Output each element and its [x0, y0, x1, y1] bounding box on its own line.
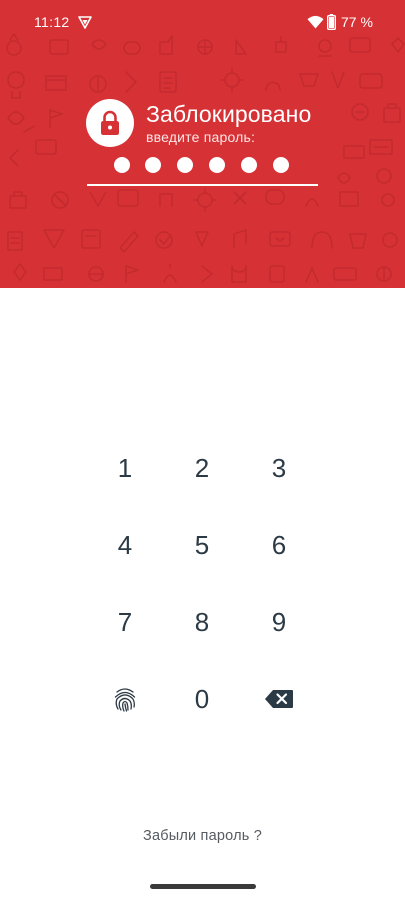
fingerprint-icon: [114, 688, 136, 712]
key-5[interactable]: 5: [167, 514, 237, 576]
key-1[interactable]: 1: [90, 437, 160, 499]
key-3[interactable]: 3: [244, 437, 314, 499]
key-9[interactable]: 9: [244, 591, 314, 653]
pin-dot: [209, 157, 225, 173]
pin-underline: [87, 184, 318, 186]
battery-percentage: 77 %: [341, 14, 373, 30]
forgot-password-link[interactable]: Забыли пароль ?: [0, 828, 405, 844]
pin-indicator: [114, 157, 296, 175]
key-7[interactable]: 7: [90, 591, 160, 653]
key-4[interactable]: 4: [90, 514, 160, 576]
lock-icon: [101, 110, 119, 135]
status-time: 11:12: [34, 14, 70, 30]
backspace-icon: [265, 690, 293, 708]
app-notification-icon: [78, 16, 92, 29]
pin-dot: [114, 157, 130, 173]
lock-header: 11:12 77 % Заблокировано введите пароль:: [0, 0, 405, 288]
pin-dot: [273, 157, 289, 173]
home-indicator[interactable]: [150, 884, 256, 889]
backspace-button[interactable]: [244, 668, 314, 730]
status-bar: 11:12 77 %: [0, 0, 405, 44]
pin-dot: [145, 157, 161, 173]
lock-subtitle: введите пароль:: [146, 129, 256, 145]
key-0[interactable]: 0: [167, 668, 237, 730]
key-2[interactable]: 2: [167, 437, 237, 499]
fingerprint-button[interactable]: [90, 668, 160, 730]
pin-dot: [177, 157, 193, 173]
battery-icon: [327, 14, 336, 30]
lock-title: Заблокировано: [146, 101, 312, 127]
numeric-keypad: 1 2 3 4 5 6 7 8 9 0: [0, 430, 405, 740]
key-8[interactable]: 8: [167, 591, 237, 653]
key-6[interactable]: 6: [244, 514, 314, 576]
pin-dot: [241, 157, 257, 173]
lock-badge: [86, 99, 134, 147]
wifi-icon: [307, 15, 324, 29]
